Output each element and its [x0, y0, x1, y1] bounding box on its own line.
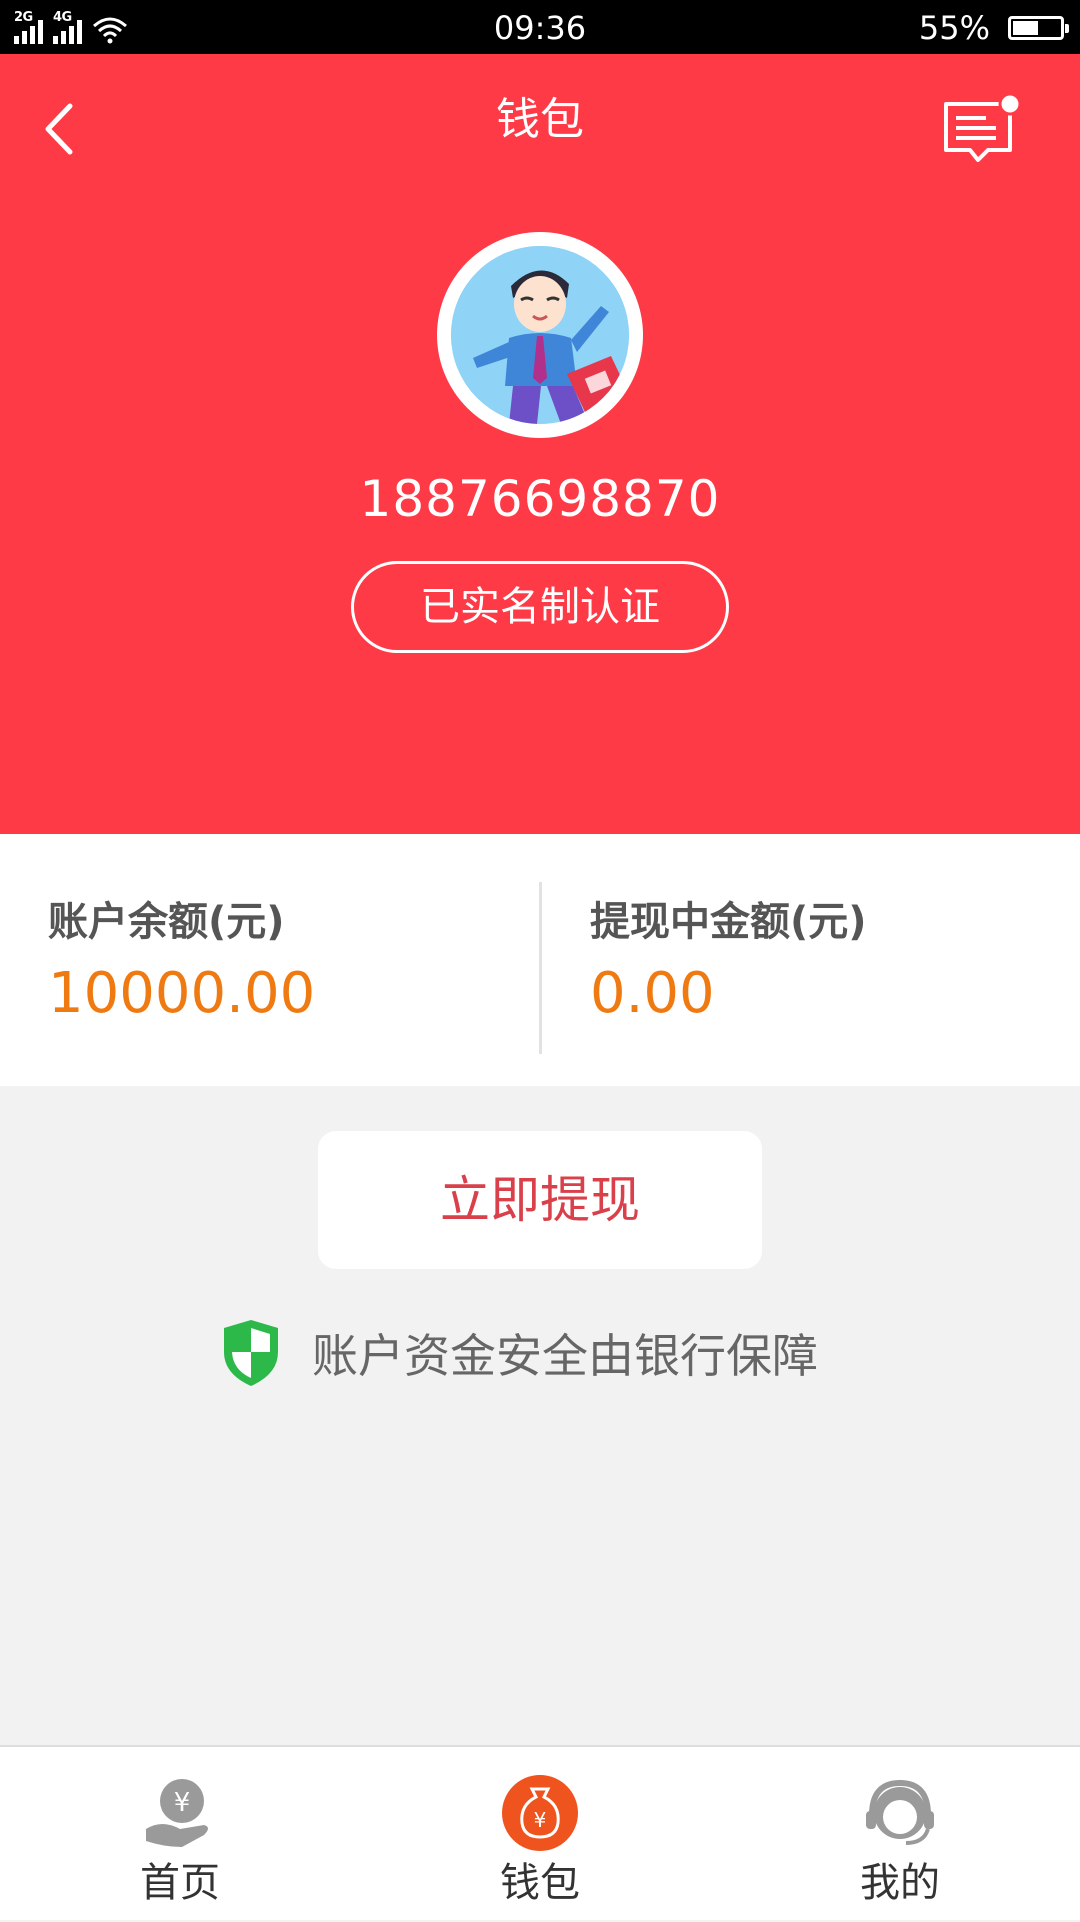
battery-icon	[1008, 16, 1069, 40]
message-icon[interactable]	[940, 88, 1024, 172]
tab-wallet[interactable]: ¥ 钱包	[440, 1747, 640, 1922]
avatar-image	[451, 246, 629, 424]
tab-label-me: 我的	[860, 1860, 940, 1906]
account-balance: 账户余额(元) 10000.00	[48, 894, 315, 1034]
bottom-tab-bar: ¥ 首页 ¥ 钱包 我的	[0, 1745, 1080, 1920]
tab-label-wallet: 钱包	[500, 1860, 580, 1906]
security-note: 账户资金安全由银行保障	[220, 1318, 818, 1388]
money-bag-icon: ¥	[502, 1775, 578, 1851]
customer-service-icon	[866, 1779, 934, 1845]
divider	[539, 882, 542, 1054]
svg-text:¥: ¥	[174, 1788, 191, 1818]
battery-percent: 55%	[918, 9, 990, 47]
balance-panel: 账户余额(元) 10000.00 提现中金额(元) 0.00	[0, 834, 1080, 1086]
shield-icon	[224, 1320, 278, 1386]
hand-coin-icon: ¥	[146, 1779, 208, 1847]
status-bar: 2G 4G 09:36 55%	[0, 0, 1080, 54]
pending-withdrawal: 提现中金额(元) 0.00	[590, 894, 867, 1034]
account-balance-value: 10000.00	[48, 961, 316, 1026]
page-title: 钱包	[496, 94, 584, 145]
verified-badge-button[interactable]: 已实名制认证	[351, 561, 729, 653]
tab-me[interactable]: 我的	[800, 1747, 1000, 1922]
pending-withdrawal-label: 提现中金额(元)	[590, 899, 867, 945]
notification-dot	[998, 92, 1022, 116]
tab-home[interactable]: ¥ 首页	[80, 1747, 280, 1922]
cartoon-man-icon	[451, 246, 629, 424]
security-text: 账户资金安全由银行保障	[312, 1329, 818, 1383]
wallet-header: 钱包 18876698870 已实名制认证	[0, 54, 1080, 834]
tab-label-home: 首页	[140, 1860, 220, 1906]
phone-number: 18876698870	[359, 470, 721, 528]
pending-withdrawal-value: 0.00	[590, 961, 715, 1026]
withdraw-button[interactable]: 立即提现	[318, 1131, 762, 1269]
svg-text:¥: ¥	[534, 1808, 547, 1832]
avatar[interactable]	[437, 232, 643, 438]
account-balance-label: 账户余额(元)	[48, 899, 285, 945]
